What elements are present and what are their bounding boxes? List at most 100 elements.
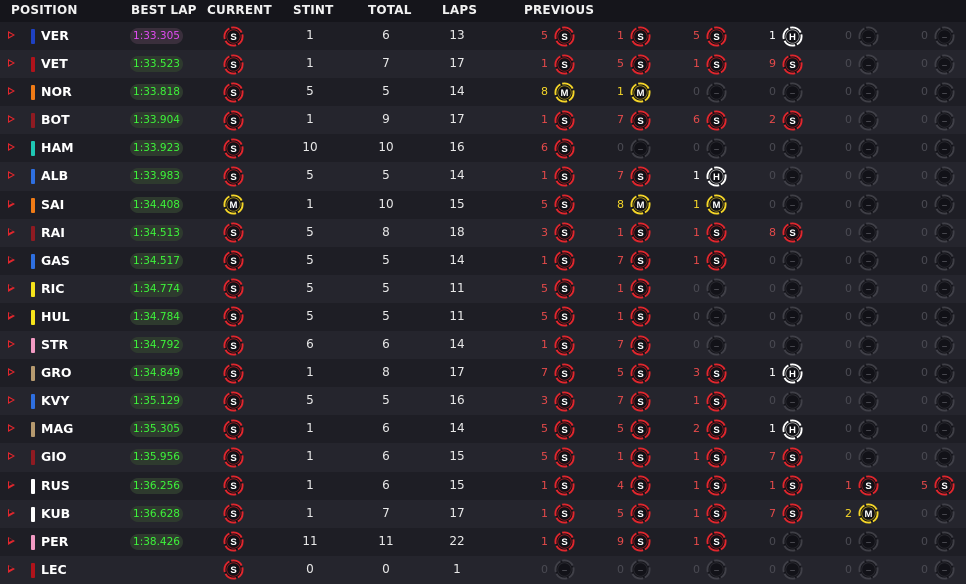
svg-text:S: S bbox=[637, 228, 643, 239]
table-row[interactable]: VET 1:33.523 S 1 7 17 1 S 5 S 1 S 9 S 0–0– bbox=[0, 50, 966, 79]
svg-text:–: – bbox=[942, 312, 947, 323]
header-stint[interactable]: STINT bbox=[293, 3, 334, 17]
driver-code: LEC bbox=[41, 561, 67, 577]
expand-arrow-icon[interactable] bbox=[8, 227, 15, 236]
header-previous[interactable]: PREVIOUS bbox=[524, 3, 594, 17]
driver-code: HUL bbox=[41, 308, 70, 324]
table-row[interactable]: RAI 1:34.513 S 5 8 18 3 S 1 S 1 S 8 S 0 – 0 – bbox=[0, 218, 966, 247]
svg-text:S: S bbox=[230, 312, 236, 323]
previous-stint-laps: 1 bbox=[617, 225, 624, 239]
table-row[interactable]: HUL 1:34.784 S 5 5 11 5 S 1 S 0 – 0 – 0 – 0 – bbox=[0, 302, 966, 332]
previous-stint-laps: 0 bbox=[769, 197, 776, 211]
expand-arrow-icon[interactable] bbox=[8, 452, 15, 461]
svg-text:S: S bbox=[561, 116, 567, 127]
table-row[interactable]: GRO 1:34.849 S 1 8 17 7 S 5 S 3 S 1 H 0 – 0 – bbox=[0, 359, 966, 388]
table-row[interactable]: KVY 1:35.129 S 5 5 16 3 S 7 S 1 S 0 – 0 – 0 – bbox=[0, 387, 966, 416]
expand-arrow-icon[interactable] bbox=[8, 283, 15, 292]
previous-stint-laps: 2 bbox=[845, 506, 852, 520]
table-row[interactable]: BOT 1:33.904 S 1 9 17 1 S 7 S 6 S 2 S 0 – 0 – bbox=[0, 106, 966, 135]
previous-stint-laps: 5 bbox=[617, 366, 624, 380]
expand-arrow-icon[interactable] bbox=[8, 311, 15, 320]
previous-stint-laps: 1 bbox=[693, 57, 700, 71]
table-row[interactable]: NOR 1:33.818 S 5 5 14 8 M 1 M 0 – 0 – 0 – 0 – bbox=[0, 78, 966, 107]
svg-text:S: S bbox=[637, 284, 643, 295]
previous-tyre-icon: – bbox=[858, 138, 879, 159]
expand-arrow-icon[interactable] bbox=[8, 59, 15, 68]
previous-stint-laps: 6 bbox=[693, 113, 700, 127]
table-row[interactable]: SAI 1:34.408 M 1 10 15 5 S 8 M 1 M 0 – 0 – 0 – bbox=[0, 190, 966, 219]
table-row[interactable]: HAM 1:33.923 S 10 10 16 6 S 0 – 0 – 0 – 0 – 0 – bbox=[0, 134, 966, 163]
previous-tyre-icon: – bbox=[858, 559, 879, 580]
header-best-lap[interactable]: BEST LAP bbox=[131, 3, 197, 17]
table-row[interactable]: STR 1:34.792 S 6 6 14 1 S 7 S 0 – 0 – 0 – 0 – bbox=[0, 331, 966, 360]
previous-stint-laps: 0 bbox=[845, 85, 852, 99]
expand-arrow-icon[interactable] bbox=[8, 368, 15, 377]
header-position[interactable]: POSITION bbox=[11, 3, 78, 17]
team-color-bar bbox=[31, 141, 35, 157]
table-row[interactable]: RUS 1:36.256 S 1 6 15 1 S 4 S 1 S 1 S 1 S 5 S bbox=[0, 471, 966, 500]
previous-tyre-icon: S bbox=[630, 363, 651, 384]
expand-arrow-icon[interactable] bbox=[8, 31, 15, 39]
table-row[interactable]: ALB 1:33.983 S 5 5 14 1 S 7 S 1 H 0 – 0 – 0 – bbox=[0, 162, 966, 191]
previous-tyre-icon: – bbox=[858, 447, 879, 468]
expand-arrow-icon[interactable] bbox=[8, 508, 15, 517]
expand-arrow-icon[interactable] bbox=[8, 396, 15, 405]
svg-text:M: M bbox=[230, 200, 238, 211]
table-row[interactable]: RIC 1:34.774 S 5 5 11 5 S 1 S 0 – 0 – 0 – 0 – bbox=[0, 274, 966, 303]
previous-stint-laps: 0 bbox=[769, 253, 776, 267]
previous-tyre-icon: – bbox=[630, 559, 651, 580]
team-color-bar bbox=[31, 29, 35, 44]
svg-text:S: S bbox=[230, 144, 236, 155]
table-row[interactable]: LEC S 0 0 1 0 – 0 – 0 – 0 – 0 – 0 – bbox=[0, 555, 966, 584]
svg-text:S: S bbox=[789, 228, 795, 239]
table-row[interactable]: GIO 1:35.956 S 1 6 15 5 S 1 S 1 S 7 S 0 – 0 – bbox=[0, 443, 966, 472]
best-lap-time: 1:34.774 bbox=[130, 280, 183, 297]
header-laps[interactable]: LAPS bbox=[442, 3, 477, 17]
table-row[interactable]: PER 1:38.426 S 11 11 22 1 S 9 S 1 S 0 – 0 – 0 – bbox=[0, 527, 966, 556]
expand-arrow-icon[interactable] bbox=[8, 143, 15, 152]
previous-tyre-icon: S bbox=[554, 447, 575, 468]
current-tyre-icon: S bbox=[223, 559, 244, 580]
previous-stint-laps: 1 bbox=[693, 225, 700, 239]
table-row[interactable]: VER 1:33.305 S 1 6 13 5 S 1 S 5 S 1 H 0 – 0 – bbox=[0, 22, 966, 51]
expand-arrow-icon[interactable] bbox=[8, 171, 15, 180]
table-row[interactable]: GAS 1:34.517 S 5 5 14 1 S 7 S 1 S 0 – 0 – 0 – bbox=[0, 246, 966, 275]
current-tyre-icon: M bbox=[223, 194, 244, 215]
expand-arrow-icon[interactable] bbox=[8, 424, 15, 433]
previous-stint-laps: 1 bbox=[693, 478, 700, 492]
expand-arrow-icon[interactable] bbox=[8, 564, 15, 573]
driver-code: KUB bbox=[41, 505, 71, 521]
previous-tyre-icon: – bbox=[858, 419, 879, 440]
previous-tyre-icon: S bbox=[630, 335, 651, 356]
team-color-bar bbox=[31, 197, 35, 213]
previous-tyre-icon: – bbox=[934, 503, 955, 524]
previous-stint-laps: 0 bbox=[693, 141, 700, 155]
svg-text:–: – bbox=[790, 88, 795, 99]
svg-text:–: – bbox=[942, 284, 947, 295]
header-current[interactable]: CURRENT bbox=[207, 3, 272, 17]
previous-tyre-icon: S bbox=[706, 475, 727, 496]
previous-stint-laps: 0 bbox=[921, 309, 928, 323]
expand-arrow-icon[interactable] bbox=[8, 340, 15, 349]
expand-arrow-icon[interactable] bbox=[8, 255, 15, 264]
expand-arrow-icon[interactable] bbox=[8, 115, 15, 124]
previous-stint-laps: 0 bbox=[769, 281, 776, 295]
svg-text:–: – bbox=[866, 144, 871, 155]
expand-arrow-icon[interactable] bbox=[8, 536, 15, 545]
table-row[interactable]: KUB 1:36.628 S 1 7 17 1 S 5 S 1 S 7 S 2 M 0– bbox=[0, 499, 966, 528]
expand-arrow-icon[interactable] bbox=[8, 87, 15, 96]
previous-stint-laps: 3 bbox=[541, 394, 548, 408]
svg-text:–: – bbox=[790, 312, 795, 323]
svg-text:S: S bbox=[561, 312, 567, 323]
laps-value: 15 bbox=[449, 449, 465, 464]
previous-stint-laps: 0 bbox=[921, 366, 928, 380]
table-row[interactable]: MAG 1:35.305 S 1 6 14 5 S 5 S 2 S 1 H 0 – 0 – bbox=[0, 415, 966, 444]
header-total[interactable]: TOTAL bbox=[368, 3, 412, 17]
expand-arrow-icon[interactable] bbox=[8, 480, 15, 489]
svg-text:S: S bbox=[637, 453, 643, 464]
svg-text:–: – bbox=[562, 565, 567, 576]
svg-text:–: – bbox=[714, 144, 719, 155]
svg-text:M: M bbox=[561, 88, 569, 99]
driver-code: VET bbox=[41, 56, 68, 72]
expand-arrow-icon[interactable] bbox=[8, 199, 15, 208]
